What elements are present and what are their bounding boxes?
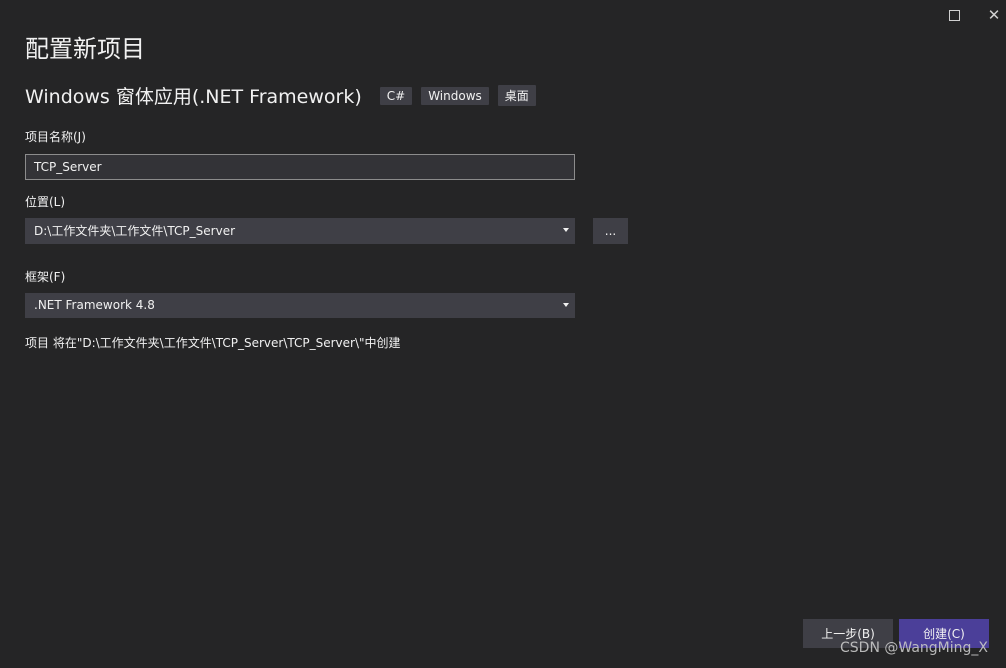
browse-button[interactable]: ...	[593, 218, 628, 244]
template-header: Windows 窗体应用(.NET Framework) C# Windows …	[25, 82, 536, 109]
location-value: D:\工作文件夹\工作文件\TCP_Server	[34, 224, 236, 238]
chevron-down-icon	[563, 228, 569, 232]
creation-path-note: 项目 将在"D:\工作文件夹\工作文件\TCP_Server\TCP_Serve…	[25, 336, 401, 350]
maximize-icon	[948, 9, 960, 21]
template-name: Windows 窗体应用(.NET Framework)	[25, 86, 362, 108]
framework-label: 框架(F)	[25, 270, 66, 284]
close-icon: ✕	[987, 5, 1001, 24]
framework-combobox[interactable]: .NET Framework 4.8	[25, 293, 575, 318]
chevron-down-icon	[563, 303, 569, 307]
tag-platform: Windows	[421, 86, 489, 105]
watermark: CSDN @WangMing_X	[840, 640, 988, 656]
project-name-input[interactable]: TCP_Server	[25, 154, 575, 180]
tag-project-type: 桌面	[497, 85, 536, 106]
page-title: 配置新项目	[25, 35, 145, 63]
project-name-value: TCP_Server	[34, 160, 102, 174]
tag-language: C#	[379, 86, 413, 105]
maximize-button[interactable]	[940, 4, 968, 26]
close-button[interactable]: ✕	[980, 4, 1006, 26]
framework-value: .NET Framework 4.8	[34, 298, 155, 312]
location-label: 位置(L)	[25, 195, 66, 209]
project-name-label: 项目名称(J)	[25, 130, 86, 144]
location-combobox[interactable]: D:\工作文件夹\工作文件\TCP_Server	[25, 218, 575, 244]
